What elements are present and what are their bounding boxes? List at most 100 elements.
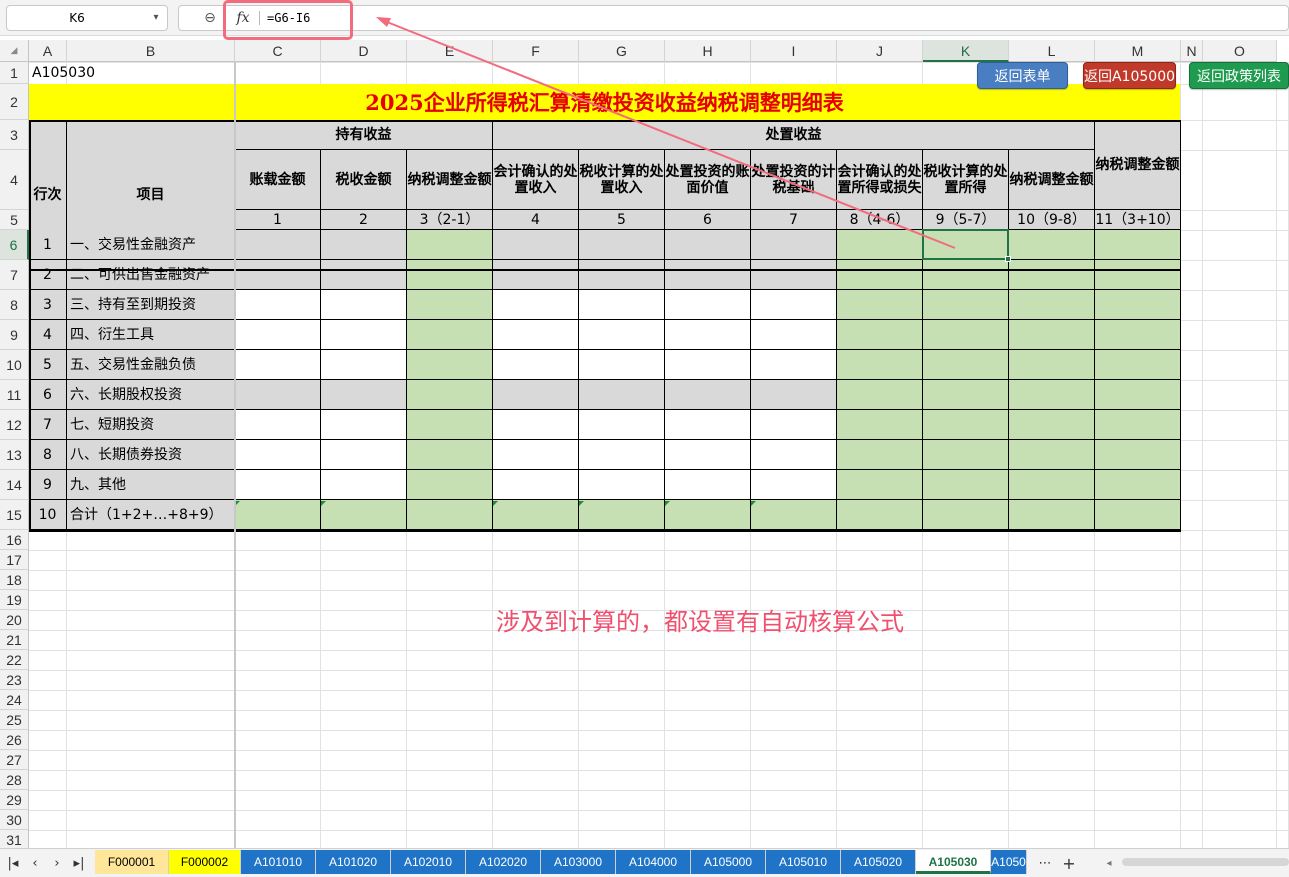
input-cell[interactable]	[665, 440, 751, 470]
column-header-k[interactable]: K	[923, 40, 1009, 62]
input-cell[interactable]	[665, 290, 751, 320]
sheet-tab-a104000[interactable]: A104000	[616, 850, 691, 874]
input-cell[interactable]	[235, 380, 321, 410]
input-cell[interactable]	[1095, 290, 1181, 320]
input-cell[interactable]	[321, 320, 407, 350]
sheet-tab-a101010[interactable]: A101010	[241, 850, 316, 874]
column-header-o[interactable]: O	[1203, 40, 1277, 62]
row-header-10[interactable]: 10	[0, 350, 29, 380]
row-header-13[interactable]: 13	[0, 440, 29, 470]
column-header-f[interactable]: F	[493, 40, 579, 62]
column-header-e[interactable]: E	[407, 40, 493, 62]
input-cell[interactable]	[1009, 440, 1095, 470]
input-cell[interactable]	[321, 380, 407, 410]
sheet-tab-a105020[interactable]: A105020	[841, 850, 916, 874]
input-cell[interactable]	[407, 470, 493, 500]
back-list-button[interactable]: 返回表单	[977, 62, 1068, 89]
input-cell[interactable]	[665, 380, 751, 410]
input-cell[interactable]	[235, 410, 321, 440]
input-cell[interactable]	[321, 500, 407, 530]
input-cell[interactable]	[751, 350, 837, 380]
row-header-7[interactable]: 7	[0, 260, 29, 290]
input-cell[interactable]	[751, 380, 837, 410]
input-cell[interactable]	[235, 290, 321, 320]
input-cell[interactable]	[1095, 410, 1181, 440]
input-cell[interactable]	[579, 290, 665, 320]
row-header-23[interactable]: 23	[0, 670, 29, 690]
row-header-4[interactable]: 4	[0, 150, 29, 210]
input-cell[interactable]	[1009, 500, 1095, 530]
input-cell[interactable]	[407, 320, 493, 350]
input-cell[interactable]	[579, 410, 665, 440]
input-cell[interactable]	[837, 380, 923, 410]
input-cell[interactable]	[493, 500, 579, 530]
input-cell[interactable]	[1009, 410, 1095, 440]
input-cell[interactable]	[579, 380, 665, 410]
input-cell[interactable]	[235, 350, 321, 380]
row-header-25[interactable]: 25	[0, 710, 29, 730]
more-sheets-icon[interactable]: ⋯	[1034, 853, 1056, 875]
input-cell[interactable]	[579, 500, 665, 530]
input-cell[interactable]	[837, 440, 923, 470]
add-sheet-icon[interactable]: +	[1058, 853, 1080, 875]
input-cell[interactable]	[1009, 320, 1095, 350]
input-cell[interactable]	[1009, 470, 1095, 500]
input-cell[interactable]	[837, 350, 923, 380]
input-cell[interactable]	[751, 470, 837, 500]
row-header-19[interactable]: 19	[0, 590, 29, 610]
input-cell[interactable]	[493, 320, 579, 350]
input-cell[interactable]	[751, 320, 837, 350]
input-cell[interactable]	[493, 440, 579, 470]
input-cell[interactable]	[1095, 350, 1181, 380]
column-header-n[interactable]: N	[1181, 40, 1203, 62]
sheet-tab-a103000[interactable]: A103000	[541, 850, 616, 874]
input-cell[interactable]	[579, 230, 665, 260]
sheet-tab-f000002[interactable]: F000002	[169, 850, 241, 874]
input-cell[interactable]	[665, 230, 751, 260]
input-cell[interactable]	[837, 320, 923, 350]
input-cell[interactable]	[923, 440, 1009, 470]
input-cell[interactable]	[493, 470, 579, 500]
input-cell[interactable]	[493, 410, 579, 440]
input-cell[interactable]	[1009, 230, 1095, 260]
column-header-j[interactable]: J	[837, 40, 923, 62]
row-header-28[interactable]: 28	[0, 770, 29, 790]
input-cell[interactable]	[923, 320, 1009, 350]
row-header-14[interactable]: 14	[0, 470, 29, 500]
input-cell[interactable]	[235, 470, 321, 500]
back-a105000-button[interactable]: 返回A105000	[1083, 62, 1176, 89]
input-cell[interactable]	[407, 410, 493, 440]
row-header-27[interactable]: 27	[0, 750, 29, 770]
sheet-tab-a105000[interactable]: A105000	[691, 850, 766, 874]
sheet-tab-a102010[interactable]: A102010	[391, 850, 466, 874]
input-cell[interactable]	[751, 260, 837, 290]
row-header-26[interactable]: 26	[0, 730, 29, 750]
name-box[interactable]: K6 ▾	[6, 5, 168, 31]
input-cell[interactable]	[579, 470, 665, 500]
zoom-icon[interactable]: ⊖	[199, 6, 221, 30]
row-header-17[interactable]: 17	[0, 550, 29, 570]
input-cell[interactable]	[1009, 290, 1095, 320]
row-header-24[interactable]: 24	[0, 690, 29, 710]
input-cell[interactable]	[579, 260, 665, 290]
input-cell[interactable]	[665, 260, 751, 290]
input-cell[interactable]	[665, 320, 751, 350]
back-policy-button[interactable]: 返回政策列表	[1189, 62, 1289, 89]
input-cell[interactable]	[1095, 260, 1181, 290]
input-cell[interactable]	[493, 290, 579, 320]
input-cell[interactable]	[321, 290, 407, 320]
input-cell[interactable]	[751, 290, 837, 320]
input-cell[interactable]	[321, 350, 407, 380]
input-cell[interactable]	[235, 260, 321, 290]
sheet-tab-a102020[interactable]: A102020	[466, 850, 541, 874]
input-cell[interactable]	[837, 290, 923, 320]
row-header-16[interactable]: 16	[0, 530, 29, 550]
input-cell[interactable]	[837, 230, 923, 260]
input-cell[interactable]	[1095, 440, 1181, 470]
input-cell[interactable]	[751, 440, 837, 470]
input-cell[interactable]	[235, 500, 321, 530]
row-header-8[interactable]: 8	[0, 290, 29, 320]
row-header-1[interactable]: 1	[0, 62, 29, 84]
input-cell[interactable]	[579, 440, 665, 470]
input-cell[interactable]	[923, 380, 1009, 410]
